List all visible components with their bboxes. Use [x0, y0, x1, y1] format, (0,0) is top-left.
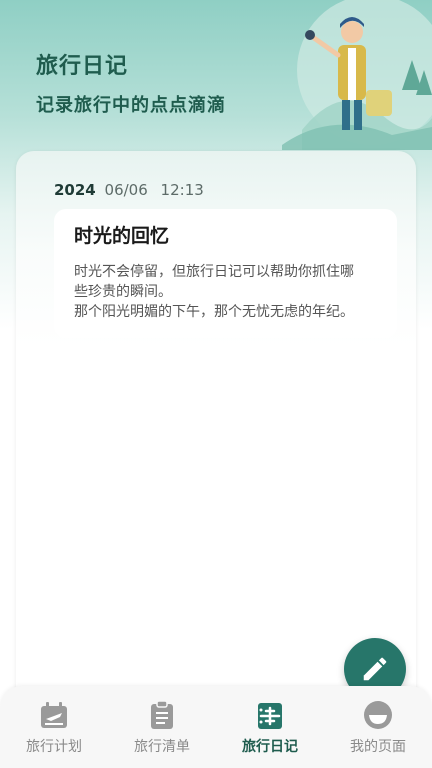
diary-card: 2024 06/06 12:13 时光的回忆 时光不会停留，但旅行日记可以帮助你…	[16, 151, 416, 711]
tab-travel-diary[interactable]: 旅行日记	[216, 686, 324, 768]
entry-text-line: 时光不会停留，但旅行日记可以帮助你抓住哪	[74, 264, 354, 280]
luggage-plane-icon	[258, 703, 282, 729]
clipboard-icon	[151, 700, 173, 729]
tab-label: 旅行日记	[242, 739, 298, 755]
tab-label: 旅行清单	[134, 739, 190, 755]
entry-text: 时光不会停留，但旅行日记可以帮助你抓住哪 些珍贵的瞬间。 那个阳光明媚的下午，那…	[74, 262, 377, 322]
tab-label: 旅行计划	[26, 739, 82, 755]
tab-travel-plan[interactable]: 旅行计划	[0, 686, 108, 768]
entry-month-day: 06/06	[104, 181, 148, 199]
traveler-illustration	[282, 0, 432, 150]
entry-title: 时光的回忆	[74, 225, 170, 247]
page-subtitle: 记录旅行中的点点滴滴	[36, 95, 226, 116]
entry-text-line: 那个阳光明媚的下午，那个无忧无虑的年纪。	[74, 304, 354, 320]
pencil-icon	[363, 657, 387, 681]
entry-text-line: 些珍贵的瞬间。	[74, 284, 172, 300]
tab-label: 我的页面	[350, 739, 406, 755]
tab-travel-list[interactable]: 旅行清单	[108, 686, 216, 768]
tab-my-page[interactable]: 我的页面	[324, 686, 432, 768]
entry-time: 12:13	[160, 181, 204, 199]
entry-date: 2024 06/06 12:13	[54, 181, 204, 199]
page-title: 旅行日记	[36, 54, 129, 79]
diary-entry[interactable]: 时光的回忆 时光不会停留，但旅行日记可以帮助你抓住哪 些珍贵的瞬间。 那个阳光明…	[54, 209, 397, 338]
bottom-tab-bar: 旅行计划 旅行清单 旅行日记 我的页面	[0, 686, 432, 768]
entry-year: 2024	[54, 181, 96, 199]
plane-calendar-icon	[41, 702, 67, 728]
profile-icon	[364, 701, 392, 729]
